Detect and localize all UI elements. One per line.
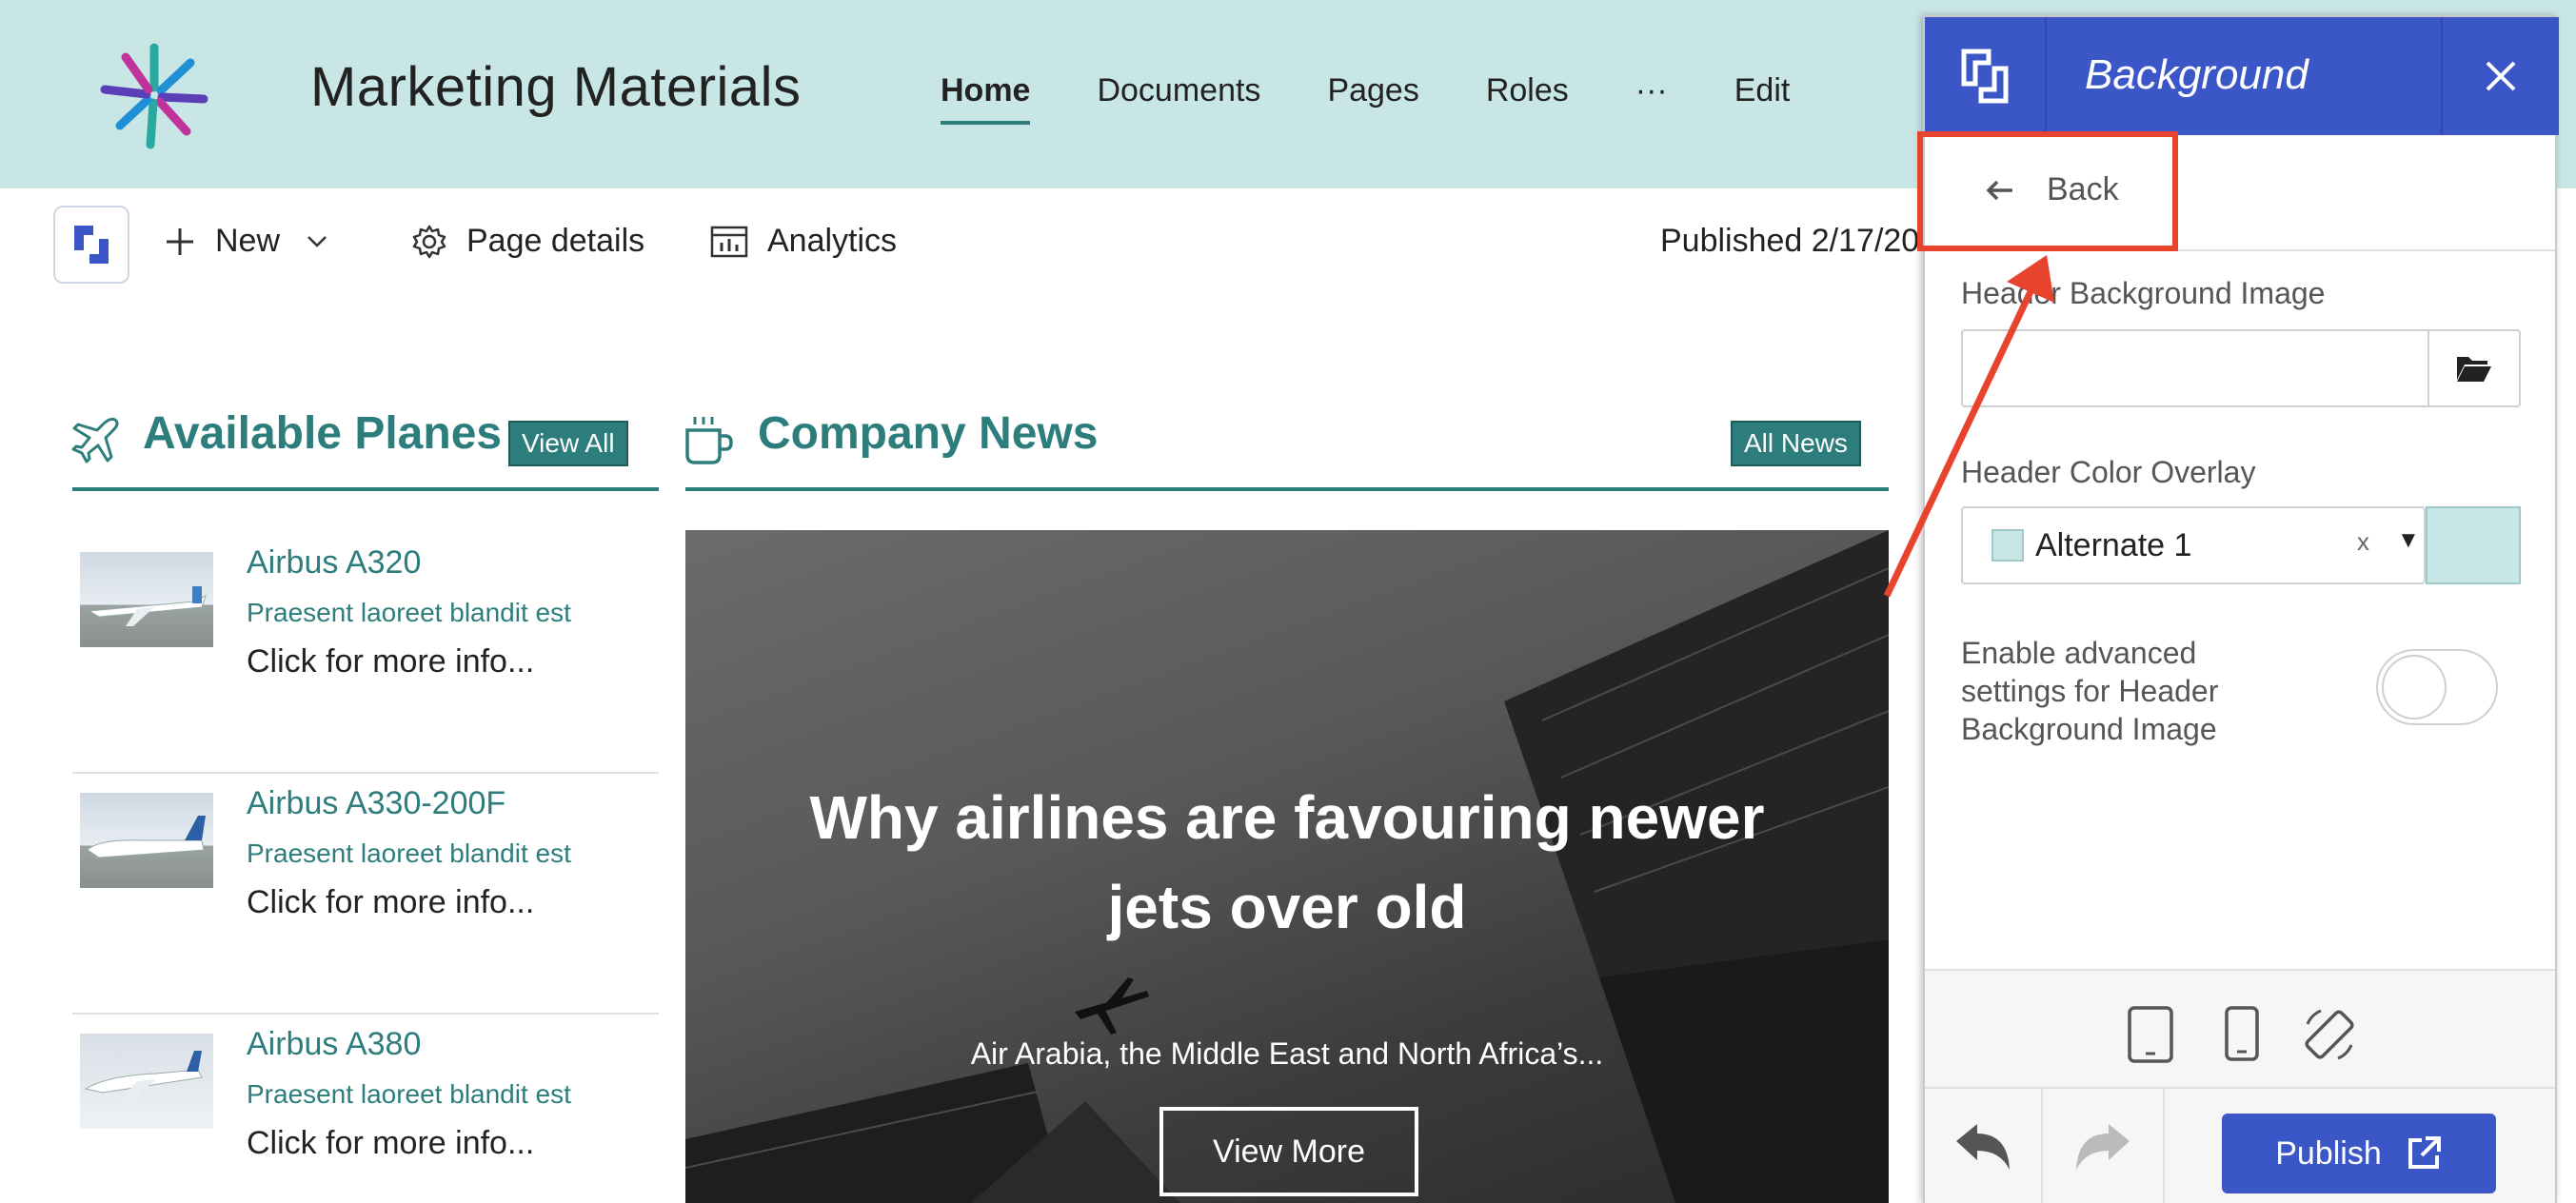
- hero-subtitle: Air Arabia, the Middle East and North Af…: [970, 1036, 1604, 1071]
- plus-icon: [164, 226, 196, 258]
- planes-title: Available Planes: [143, 408, 503, 459]
- bracket-logo-icon: [1925, 17, 2047, 135]
- redo-icon: [2076, 1124, 2130, 1170]
- advanced-settings-toggle[interactable]: [2376, 649, 2498, 725]
- nav-pages[interactable]: Pages: [1327, 72, 1418, 109]
- nav-home[interactable]: Home: [941, 72, 1031, 125]
- list-item[interactable]: Airbus A330-200F Praesent laoreet blandi…: [72, 774, 659, 1015]
- bracket-logo-icon: [74, 226, 109, 264]
- airplane-silhouette-icon: [1071, 970, 1151, 1043]
- device-preview-bar: [1925, 969, 2555, 1089]
- tablet-icon[interactable]: [2127, 1005, 2174, 1064]
- analytics-label: Analytics: [767, 223, 898, 259]
- new-label: New: [215, 223, 281, 259]
- view-all-button[interactable]: View All: [508, 421, 628, 466]
- starburst-logo-icon[interactable]: [95, 36, 213, 154]
- list-item[interactable]: Airbus A380 Praesent laoreet blandit est…: [72, 1015, 659, 1203]
- new-button[interactable]: New: [164, 223, 327, 260]
- plane-thumbnail: [80, 552, 213, 647]
- page-details-label: Page details: [466, 223, 645, 259]
- folder-open-icon: [2457, 357, 2491, 382]
- analytics-icon: [710, 226, 748, 258]
- app-launcher-button[interactable]: [53, 206, 129, 284]
- plane-more-link[interactable]: Click for more info...: [247, 884, 534, 921]
- dropdown-caret-icon[interactable]: ▼: [2397, 527, 2420, 554]
- plane-more-link[interactable]: Click for more info...: [247, 643, 534, 680]
- site-title[interactable]: Marketing Materials: [310, 55, 802, 119]
- plane-thumbnail: [80, 1034, 213, 1129]
- undo-button[interactable]: [1925, 1089, 2043, 1203]
- publish-button[interactable]: Publish: [2222, 1114, 2496, 1193]
- rotate-icon[interactable]: [2300, 1005, 2359, 1064]
- command-bar: New Page details Analytics Published 2/1…: [0, 188, 1932, 303]
- close-icon: [2486, 61, 2516, 91]
- chevron-down-icon[interactable]: [307, 235, 327, 248]
- published-status: Published 2/17/20: [1660, 223, 1920, 259]
- header-bg-image-label: Header Background Image: [1961, 276, 2326, 310]
- news-divider: [685, 487, 1889, 491]
- airplane-icon: [70, 415, 122, 471]
- plane-name[interactable]: Airbus A320: [247, 544, 421, 582]
- clear-selection-button[interactable]: x: [2357, 527, 2369, 557]
- plane-name[interactable]: Airbus A380: [247, 1026, 421, 1063]
- all-news-button[interactable]: All News: [1731, 421, 1861, 466]
- toggle-knob: [2382, 655, 2447, 720]
- nav-more[interactable]: ···: [1635, 72, 1668, 109]
- plane-name[interactable]: Airbus A330-200F: [247, 785, 505, 822]
- view-more-button[interactable]: View More: [1159, 1107, 1418, 1196]
- panel-footer: Publish: [1925, 1089, 2555, 1203]
- overlay-swatch: [1991, 529, 2024, 562]
- gear-icon: [411, 224, 447, 260]
- redo-button[interactable]: [2043, 1089, 2165, 1203]
- plane-more-link[interactable]: Click for more info...: [247, 1125, 534, 1162]
- plane-subtitle: Praesent laoreet blandit est: [247, 838, 571, 868]
- news-title: Company News: [758, 408, 1099, 459]
- advanced-settings-label: Enable advanced settings for Header Back…: [1961, 636, 2219, 746]
- nav-roles[interactable]: Roles: [1486, 72, 1569, 109]
- page-details-button[interactable]: Page details: [411, 223, 644, 260]
- analytics-button[interactable]: Analytics: [710, 223, 897, 260]
- overlay-color-picker[interactable]: [2426, 506, 2521, 584]
- nav-documents[interactable]: Documents: [1097, 72, 1260, 109]
- plane-subtitle: Praesent laoreet blandit est: [247, 1079, 571, 1109]
- panel-header: Background: [1925, 17, 2559, 135]
- header-color-overlay-label: Header Color Overlay: [1961, 455, 2256, 489]
- plane-thumbnail: [80, 793, 213, 888]
- header-bg-image-input[interactable]: [1961, 329, 2521, 407]
- coffee-cup-icon: [682, 413, 737, 471]
- color-overlay-select[interactable]: Alternate 1 x ▼: [1961, 506, 2426, 584]
- annotation-highlight-box: [1917, 131, 2178, 251]
- nav-edit[interactable]: Edit: [1734, 72, 1791, 109]
- publish-label: Publish: [2275, 1134, 2382, 1172]
- undo-icon: [1956, 1124, 2010, 1170]
- news-hero[interactable]: Why airlines are favouring newer jets ov…: [685, 530, 1889, 1203]
- phone-icon[interactable]: [2224, 1005, 2260, 1062]
- planes-divider: [72, 487, 659, 491]
- overlay-selected-value: Alternate 1: [2035, 526, 2192, 563]
- top-nav: Home Documents Pages Roles ··· Edit: [941, 72, 1856, 125]
- close-button[interactable]: [2441, 17, 2559, 135]
- list-item[interactable]: Airbus A320 Praesent laoreet blandit est…: [72, 533, 659, 774]
- panel-title: Background: [2085, 51, 2308, 98]
- plane-subtitle: Praesent laoreet blandit est: [247, 598, 571, 627]
- external-link-icon: [2405, 1134, 2443, 1173]
- hero-title[interactable]: Why airlines are favouring newer jets ov…: [809, 773, 1765, 952]
- browse-button[interactable]: [2427, 331, 2519, 405]
